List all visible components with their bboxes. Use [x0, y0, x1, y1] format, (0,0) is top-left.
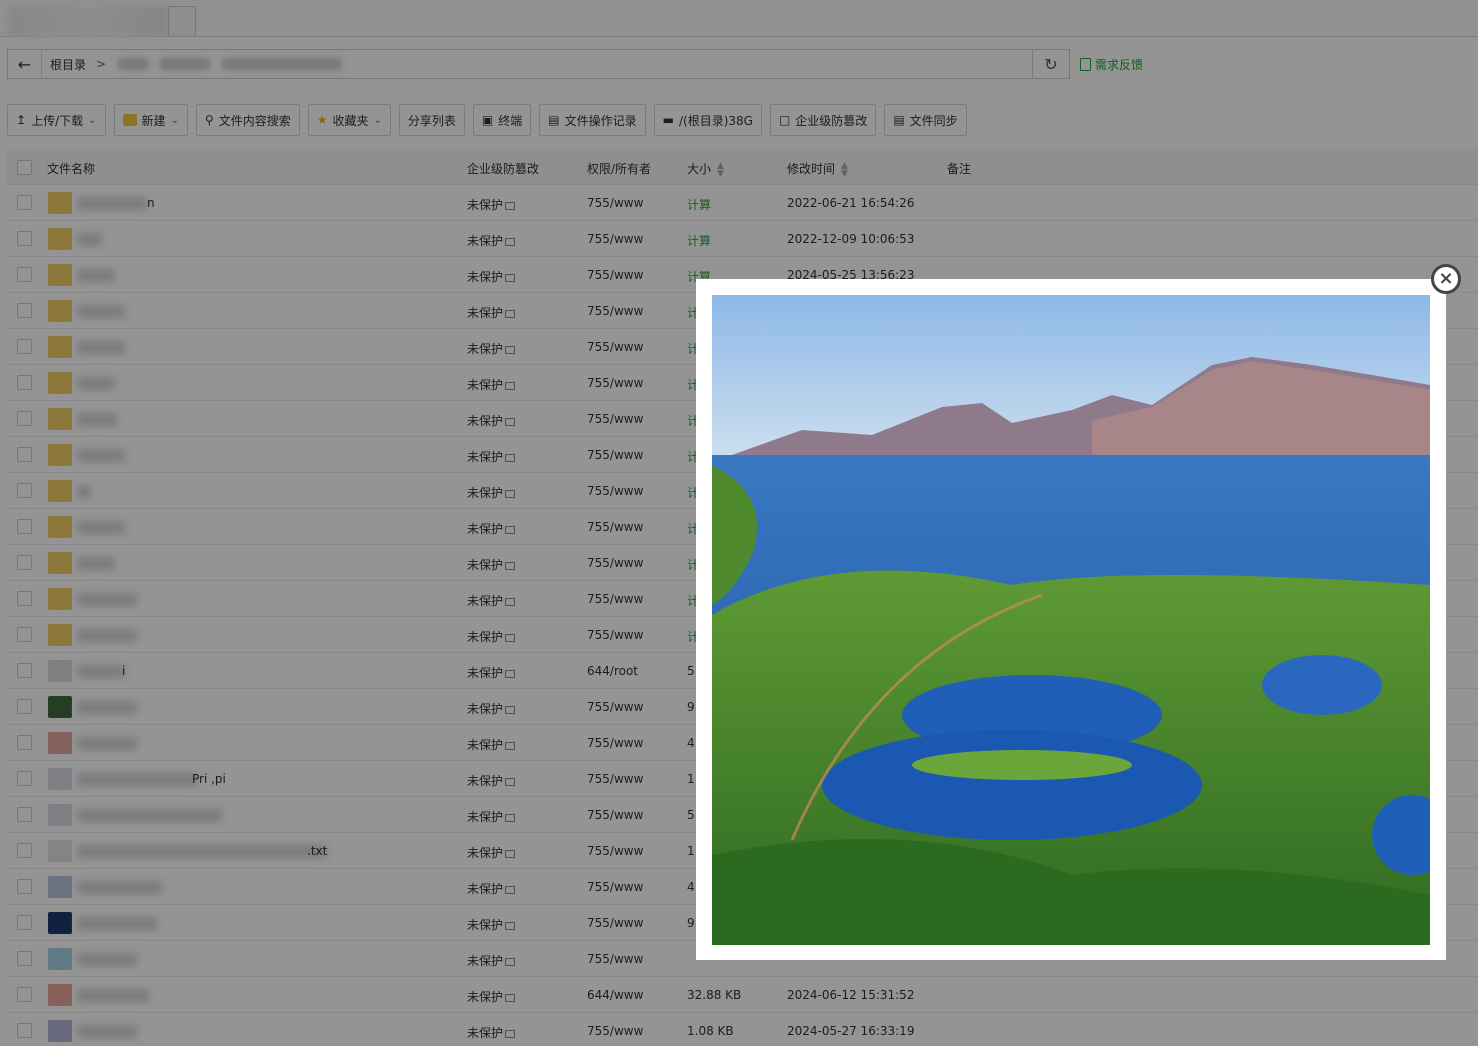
close-icon[interactable]: × — [1431, 264, 1461, 294]
image-preview-modal — [696, 279, 1446, 960]
landscape-photo — [712, 295, 1430, 945]
preview-image — [712, 295, 1430, 945]
